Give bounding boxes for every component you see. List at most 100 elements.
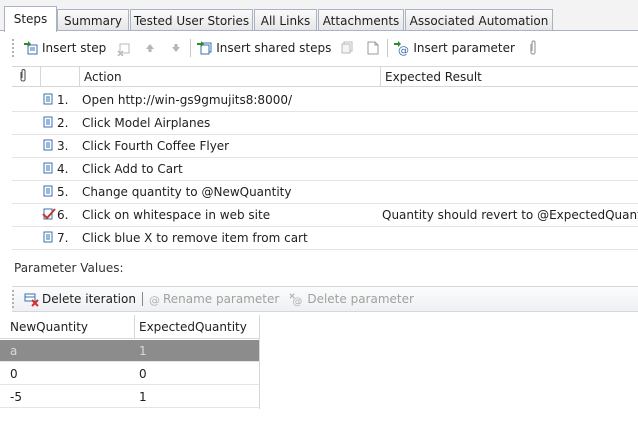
move-down-icon[interactable] [168, 40, 184, 56]
step-action[interactable]: Click Fourth Coffee Flyer [82, 139, 229, 153]
parameter-column-header[interactable]: ExpectedQuantity [135, 316, 259, 338]
toolbar-separator [387, 39, 389, 57]
validated-step-icon [42, 208, 56, 223]
insert-parameter-icon: @ [394, 40, 410, 56]
parameter-row[interactable]: 0 0 [0, 363, 260, 385]
parameter-value-cell[interactable]: -5 [0, 386, 134, 408]
insert-shared-steps-label: Insert shared steps [216, 41, 332, 55]
parameter-value-cell[interactable]: 1 [135, 386, 259, 408]
tab-baseline [0, 30, 638, 31]
step-row[interactable]: 4. Click Add to Cart [12, 158, 638, 181]
attachment-icon[interactable] [525, 40, 541, 56]
step-action[interactable]: Change quantity to @NewQuantity [82, 185, 292, 199]
parameter-row[interactable]: -5 1 [0, 386, 260, 408]
tab-tested-user-stories[interactable]: Tested User Stories [130, 9, 253, 31]
text-cursor-icon [141, 292, 143, 306]
parameter-value-cell[interactable]: 0 [135, 363, 259, 385]
step-row[interactable]: 7. Click blue X to remove item from cart [12, 227, 638, 250]
parameter-column-header[interactable]: NewQuantity [0, 316, 134, 338]
insert-step-label: Insert step [42, 41, 107, 55]
toolbar-grip [12, 39, 15, 57]
open-shared-steps-icon[interactable] [365, 40, 381, 56]
tab-label: All Links [260, 13, 311, 28]
expected-result-column-header[interactable]: Expected Result [380, 67, 638, 87]
steps-grid-header: Action Expected Result [12, 66, 638, 87]
step-icon [42, 116, 54, 131]
step-icon [42, 93, 54, 108]
delete-iteration-button[interactable]: Delete iteration [23, 288, 136, 310]
parameter-table-right-border [259, 315, 260, 409]
step-number: 7. [57, 231, 69, 245]
action-column-header[interactable]: Action [79, 67, 380, 87]
step-row[interactable]: 3. Click Fourth Coffee Flyer [12, 135, 638, 158]
delete-iteration-icon [23, 291, 39, 307]
step-row[interactable]: 2. Click Model Airplanes [12, 112, 638, 135]
parameter-value-cell[interactable]: a [0, 340, 134, 362]
insert-step-icon [23, 40, 39, 56]
step-icon [42, 231, 54, 246]
tab-attachments[interactable]: Attachments [318, 9, 404, 31]
parameter-toolbar: Delete iteration @ Rename parameter @ De… [12, 286, 414, 312]
tab-label: Tested User Stories [133, 13, 250, 28]
step-number: 3. [57, 139, 69, 153]
move-up-icon[interactable] [142, 40, 158, 56]
delete-parameter-label: Delete parameter [307, 292, 414, 306]
step-number: 4. [57, 162, 69, 176]
tab-label: Steps [13, 11, 48, 26]
step-action[interactable]: Click Model Airplanes [82, 116, 210, 130]
step-action[interactable]: Click on whitespace in web site [82, 208, 270, 222]
step-icon [42, 139, 54, 154]
tab-steps[interactable]: Steps [4, 6, 57, 32]
delete-parameter-button[interactable]: @ Delete parameter [289, 288, 414, 310]
delete-iteration-label: Delete iteration [42, 292, 136, 306]
step-number: 1. [57, 93, 69, 107]
tab-label: Summary [64, 13, 122, 28]
step-action[interactable]: Click Add to Cart [82, 162, 183, 176]
step-action[interactable]: Click blue X to remove item from cart [82, 231, 308, 245]
rename-parameter-button[interactable]: @ Rename parameter [147, 288, 279, 310]
attachment-column-header[interactable] [12, 67, 40, 87]
step-icon [42, 162, 54, 177]
step-number: 5. [57, 185, 69, 199]
delete-parameter-icon: @ [289, 291, 305, 307]
parameter-values-label: Parameter Values: [14, 261, 124, 275]
parameter-column-label: ExpectedQuantity [139, 320, 247, 334]
insert-shared-steps-icon [197, 40, 213, 56]
tab-associated-automation[interactable]: Associated Automation [405, 9, 553, 31]
step-number: 2. [57, 116, 69, 130]
insert-parameter-label: Insert parameter [413, 41, 515, 55]
step-row[interactable]: 6. Click on whitespace in web site Quant… [12, 204, 638, 227]
insert-parameter-button[interactable]: @ Insert parameter [394, 37, 515, 59]
toolbar-separator [190, 39, 192, 57]
step-number: 6. [57, 208, 69, 222]
parameter-table-header: NewQuantity ExpectedQuantity [0, 315, 260, 339]
rename-parameter-icon: @ [147, 291, 163, 307]
steps-toolbar: Insert step Insert shared steps @ Insert… [12, 35, 541, 61]
parameter-value-cell[interactable]: 0 [0, 363, 134, 385]
toolbar-grip [12, 290, 15, 308]
insert-shared-steps-button[interactable]: Insert shared steps [197, 37, 331, 59]
delete-step-icon[interactable] [116, 40, 132, 56]
svg-text:@: @ [149, 294, 160, 307]
tab-summary[interactable]: Summary [57, 9, 129, 31]
svg-text:@: @ [398, 44, 409, 56]
tab-all-links[interactable]: All Links [254, 9, 317, 31]
step-row[interactable]: 5. Change quantity to @NewQuantity [12, 181, 638, 204]
step-number-column-header[interactable] [40, 67, 79, 87]
step-action[interactable]: Open http://win-gs9gmujits8:8000/ [82, 93, 292, 107]
rename-parameter-label: Rename parameter [162, 292, 280, 306]
shared-steps-copy-icon[interactable] [339, 40, 355, 56]
insert-step-button[interactable]: Insert step [23, 37, 106, 59]
tab-bar: Steps Summary Tested User Stories All Li… [0, 0, 638, 32]
parameter-column-label: NewQuantity [10, 320, 89, 334]
tab-label: Attachments [322, 13, 400, 28]
expected-result-header-label: Expected Result [385, 70, 482, 84]
attachment-header-icon [18, 68, 28, 86]
tab-label: Associated Automation [409, 13, 549, 28]
step-row[interactable]: 1. Open http://win-gs9gmujits8:8000/ [12, 89, 638, 112]
action-header-label: Action [84, 70, 122, 84]
parameter-value-cell[interactable]: 1 [135, 340, 259, 362]
step-icon [42, 185, 54, 200]
parameter-row[interactable]: a 1 [0, 340, 260, 362]
step-expected-result[interactable]: Quantity should revert to @ExpectedQuant… [382, 208, 638, 222]
